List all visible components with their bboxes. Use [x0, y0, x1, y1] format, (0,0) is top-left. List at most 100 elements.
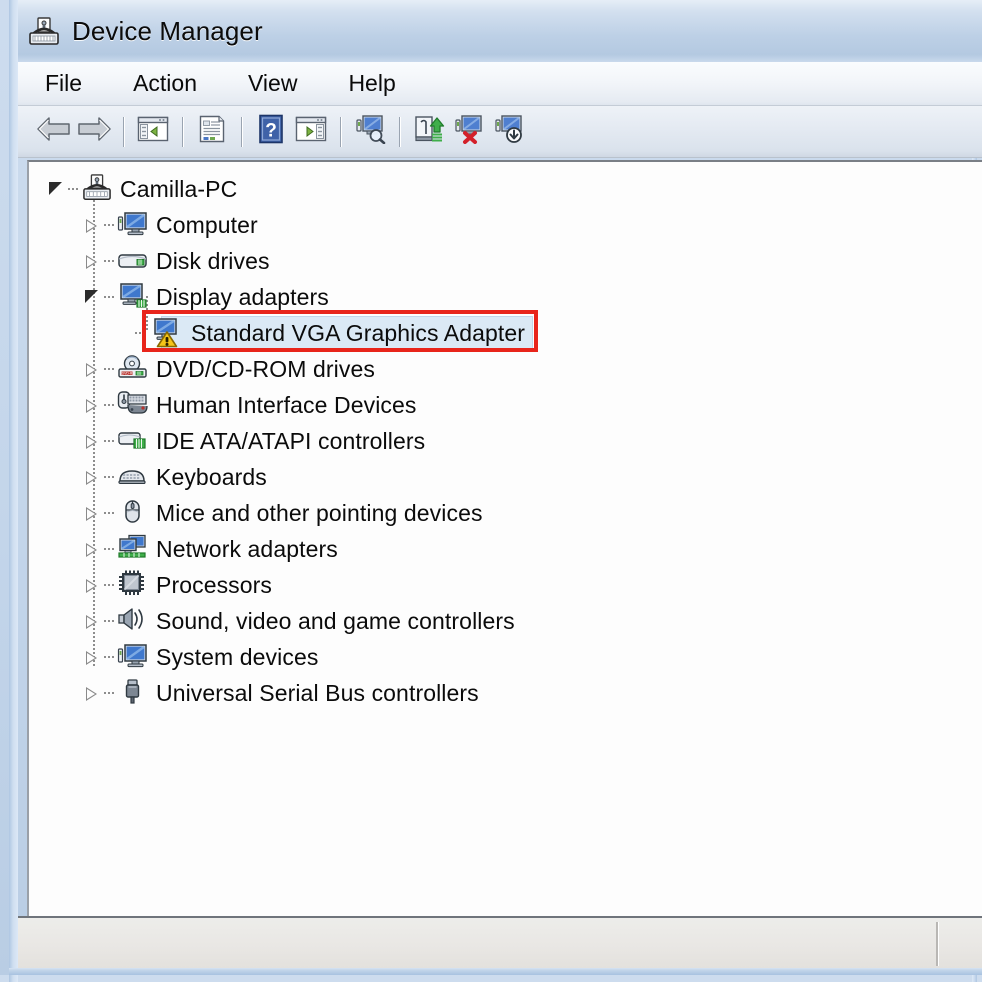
- window-frame-left: [9, 0, 18, 982]
- toolbar-separator: [241, 116, 242, 147]
- expander-collapsed-icon[interactable]: [81, 675, 103, 711]
- tree-item-label: System devices: [156, 643, 319, 670]
- tree-connector: [103, 459, 117, 495]
- tree-connector: [67, 171, 81, 207]
- tree-item-label: Display adapters: [156, 283, 329, 310]
- tree-item-dvd-cdrom-drives[interactable]: DVD-R DVD/CD-ROM drives: [29, 351, 982, 387]
- tree-item-ide-ata-atapi-controllers[interactable]: IDE ATA/ATAPI controllers: [29, 423, 982, 459]
- properties-icon: [197, 114, 227, 149]
- toolbar-separator: [340, 116, 341, 147]
- menu-bar: File Action View Help: [18, 62, 982, 106]
- toolbar-properties[interactable]: [192, 112, 232, 152]
- expander-collapsed-icon[interactable]: [81, 243, 103, 279]
- tree-connector: [103, 675, 117, 711]
- tree-item-label: Camilla-PC: [120, 175, 238, 202]
- tree-item-label: Computer: [156, 211, 258, 238]
- tree-connector: [103, 243, 117, 279]
- tree-item-label: Mice and other pointing devices: [156, 499, 483, 526]
- back-arrow-icon: [36, 114, 72, 149]
- toolbar-help[interactable]: ?: [251, 112, 291, 152]
- status-bar: [18, 916, 982, 968]
- toolbar-forward[interactable]: [74, 112, 114, 152]
- tree-item-label: Processors: [156, 571, 273, 598]
- tree-item-display-adapters[interactable]: Display adapters: [29, 279, 982, 315]
- scan-for-hardware-changes-icon: [354, 114, 386, 149]
- toolbar-show-hide-action-pane[interactable]: [291, 112, 331, 152]
- toolbar-separator: [182, 116, 183, 147]
- toolbar-update-driver[interactable]: [409, 112, 449, 152]
- tree-connector: [103, 279, 117, 315]
- network-adapter-icon: [117, 534, 149, 564]
- expander-collapsed-icon[interactable]: [81, 207, 103, 243]
- tree-connector: [103, 387, 117, 423]
- menu-action[interactable]: Action: [128, 69, 202, 98]
- ide-controller-icon: [117, 426, 149, 456]
- expander-collapsed-icon[interactable]: [81, 459, 103, 495]
- tree-connector: [134, 315, 148, 351]
- title-bar: Device Manager: [18, 0, 982, 62]
- forward-arrow-icon: [76, 114, 112, 149]
- svg-text:DVD-R: DVD-R: [122, 372, 133, 376]
- expander-expanded-icon[interactable]: [45, 171, 67, 207]
- tree-connector: [103, 531, 117, 567]
- menu-view[interactable]: View: [243, 69, 302, 98]
- update-driver-icon: [413, 114, 445, 149]
- tree-connector: [103, 639, 117, 675]
- expander-collapsed-icon[interactable]: [81, 423, 103, 459]
- tree-item-label: IDE ATA/ATAPI controllers: [156, 427, 426, 454]
- window-frame-bottom: [9, 968, 982, 975]
- toolbar-uninstall-device[interactable]: [489, 112, 529, 152]
- tree-item-network-adapters[interactable]: Network adapters: [29, 531, 982, 567]
- tree-item-standard-vga-graphics-adapter[interactable]: Standard VGA Graphics Adapter: [29, 315, 982, 351]
- tree-item-label: Keyboards: [156, 463, 267, 490]
- tree-item-label: Universal Serial Bus controllers: [156, 679, 479, 706]
- menu-help[interactable]: Help: [343, 69, 400, 98]
- device-manager-window: Device Manager File Action View Help ? C…: [0, 0, 982, 982]
- tree-connector: [103, 351, 117, 387]
- tree-item-label: Network adapters: [156, 535, 338, 562]
- tree-item-disk-drives[interactable]: Disk drives: [29, 243, 982, 279]
- toolbar-show-hide-tree[interactable]: [133, 112, 173, 152]
- tree-item-computer[interactable]: Computer: [29, 207, 982, 243]
- tree-item-processors[interactable]: Processors: [29, 567, 982, 603]
- expander-collapsed-icon[interactable]: [81, 495, 103, 531]
- expander-collapsed-icon[interactable]: [81, 639, 103, 675]
- toolbar: ?: [18, 106, 982, 158]
- toolbar-disable-device[interactable]: [449, 112, 489, 152]
- device-tree-panel[interactable]: Camilla-PC Computer Disk drives Display …: [27, 160, 982, 920]
- tree-item-human-interface-devices[interactable]: Human Interface Devices: [29, 387, 982, 423]
- status-bar-divider: [936, 922, 938, 966]
- window-title: Device Manager: [72, 15, 263, 46]
- disk-drive-icon: [117, 246, 149, 276]
- tree-item-label: Sound, video and game controllers: [156, 607, 515, 634]
- menu-file[interactable]: File: [40, 69, 87, 98]
- tree-item-system-devices[interactable]: System devices: [29, 639, 982, 675]
- usb-icon: [117, 678, 149, 708]
- tree-item-keyboards[interactable]: Keyboards: [29, 459, 982, 495]
- toolbar-scan-hardware[interactable]: [350, 112, 390, 152]
- expander-collapsed-icon[interactable]: [81, 567, 103, 603]
- tree-item-universal-serial-bus-controllers[interactable]: Universal Serial Bus controllers: [29, 675, 982, 711]
- svg-text:?: ?: [265, 121, 277, 142]
- device-manager-icon: [27, 17, 61, 47]
- expander-collapsed-icon[interactable]: [81, 603, 103, 639]
- tree-item-camilla-pc[interactable]: Camilla-PC: [29, 171, 982, 207]
- toolbar-back[interactable]: [34, 112, 74, 152]
- sound-icon: [117, 606, 149, 636]
- display-adapter-icon: [117, 282, 149, 312]
- mouse-icon: [117, 498, 149, 528]
- tree-connector: [103, 567, 117, 603]
- expander-collapsed-icon[interactable]: [81, 387, 103, 423]
- help-icon: ?: [257, 114, 285, 149]
- tree-item-label: Human Interface Devices: [156, 391, 417, 418]
- processor-icon: [117, 570, 149, 600]
- expander-expanded-icon[interactable]: [81, 279, 103, 315]
- expander-collapsed-icon[interactable]: [81, 531, 103, 567]
- expander-collapsed-icon[interactable]: [81, 351, 103, 387]
- device-tree: Camilla-PC Computer Disk drives Display …: [29, 162, 982, 711]
- tree-item-mice-and-other-pointing-devices[interactable]: Mice and other pointing devices: [29, 495, 982, 531]
- computer-icon: [117, 210, 149, 240]
- system-device-icon: [117, 642, 149, 672]
- tree-item-label: Disk drives: [156, 247, 270, 274]
- tree-item-sound-video-and-game-controllers[interactable]: Sound, video and game controllers: [29, 603, 982, 639]
